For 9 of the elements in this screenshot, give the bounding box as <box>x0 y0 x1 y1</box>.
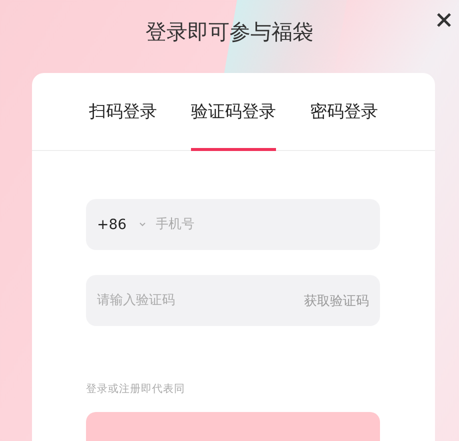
agreement-text: 登录或注册即代表同 <box>86 382 186 396</box>
login-tab[interactable]: 扫码登录 <box>89 73 157 151</box>
caret-icon <box>138 222 146 227</box>
country-code-select[interactable]: +86 <box>97 216 127 232</box>
login-tab[interactable]: 密码登录 <box>310 73 378 151</box>
phone-field[interactable]: +86 手机号 <box>86 199 380 250</box>
login-tab[interactable]: 验证码登录 <box>191 73 276 151</box>
dialog-title: 登录即可参与福袋 <box>146 19 314 46</box>
close-icon[interactable] <box>437 13 451 27</box>
